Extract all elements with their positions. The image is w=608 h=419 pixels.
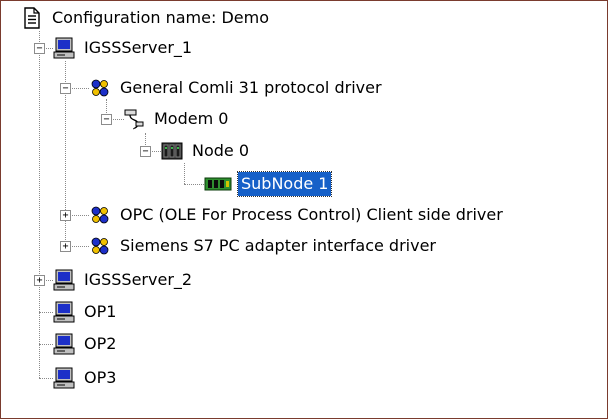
tree-item-label: Siemens S7 PC adapter interface driver [120, 236, 436, 255]
collapse-toggle-comli-driver[interactable]: − [60, 83, 71, 94]
tree-item-label: IGSSServer_1 [84, 38, 193, 57]
configuration-tree[interactable]: − − − − + + + Configuration name: Demo I… [0, 0, 608, 419]
tree-item-op3[interactable]: OP3 [53, 365, 119, 391]
driver-icon [89, 235, 111, 257]
computer-icon [53, 37, 75, 59]
tree-item-opc-driver[interactable]: OPC (OLE For Process Control) Client sid… [89, 202, 506, 228]
tree-item-comli-driver[interactable]: General Comli 31 protocol driver [89, 75, 385, 101]
document-icon [21, 7, 43, 29]
tree-item-node[interactable]: Node 0 [161, 138, 252, 164]
tree-item-op1[interactable]: OP1 [53, 299, 119, 325]
computer-icon [53, 367, 75, 389]
computer-icon [53, 269, 75, 291]
collapse-toggle-node[interactable]: − [140, 146, 151, 157]
expand-toggle-server2[interactable]: + [34, 275, 45, 286]
tree-item-label: General Comli 31 protocol driver [120, 78, 382, 97]
tree-item-label: IGSSServer_2 [84, 270, 193, 289]
tree-line [39, 344, 53, 345]
expand-toggle-s7-driver[interactable]: + [60, 241, 71, 252]
tree-item-label: OP3 [84, 368, 117, 387]
tree-item-server2[interactable]: IGSSServer_2 [53, 267, 195, 293]
tree-item-label: OPC (OLE For Process Control) Client sid… [120, 205, 503, 224]
driver-icon [89, 77, 111, 99]
tree-item-label: OP1 [84, 302, 117, 321]
tree-line [184, 184, 204, 185]
tree-item-label: Configuration name: Demo [52, 8, 269, 27]
rack-icon [161, 140, 183, 162]
tree-item-modem[interactable]: Modem 0 [123, 106, 231, 132]
tree-item-root[interactable]: Configuration name: Demo [21, 5, 272, 31]
collapse-toggle-server1[interactable]: − [34, 43, 45, 54]
tree-item-label: OP2 [84, 334, 117, 353]
tree-item-label: Modem 0 [154, 109, 229, 128]
tree-item-subnode[interactable]: SubNode 1 [204, 171, 333, 197]
board-icon [204, 173, 232, 195]
selected-tree-item-label: SubNode 1 [236, 171, 333, 197]
tree-line [39, 378, 53, 379]
tree-line [39, 31, 40, 378]
tree-item-op2[interactable]: OP2 [53, 331, 119, 357]
expand-toggle-opc-driver[interactable]: + [60, 210, 71, 221]
driver-icon [89, 204, 111, 226]
computer-icon [53, 301, 75, 323]
tree-item-s7-driver[interactable]: Siemens S7 PC adapter interface driver [89, 233, 439, 259]
tree-line [39, 312, 53, 313]
tree-line [184, 163, 185, 184]
collapse-toggle-modem[interactable]: − [101, 114, 112, 125]
tree-item-label: Node 0 [192, 141, 250, 160]
computer-icon [53, 333, 75, 355]
tree-item-server1[interactable]: IGSSServer_1 [53, 35, 195, 61]
modem-icon [123, 108, 145, 130]
